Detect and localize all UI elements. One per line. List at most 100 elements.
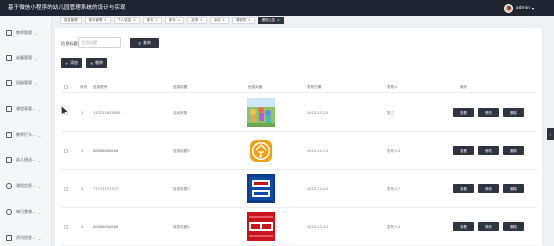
sidebar-item-label: 每日食谱...: [16, 209, 36, 214]
view-button[interactable]: 查看: [453, 108, 474, 117]
edit-button[interactable]: 修改: [478, 146, 499, 155]
header-operations: 操作: [460, 85, 468, 89]
table-header: 序号 信息账号 信息标题 信息封面 发布日期 发布人 操作: [61, 81, 537, 93]
cell-index: 4: [81, 225, 84, 229]
close-icon: ✕: [133, 18, 136, 22]
tab-profile[interactable]: 个人信息 ✕: [113, 17, 140, 24]
news-icon: [6, 235, 12, 241]
schedule-icon: [6, 106, 12, 112]
sidebar-item-children[interactable]: 幼童管理 ⌄: [0, 51, 52, 65]
row-checkbox[interactable]: [64, 149, 68, 153]
search-placeholder: 信息标题: [82, 39, 98, 45]
edit-button[interactable]: 修改: [478, 222, 499, 231]
tab-feedback[interactable]: 反馈 ✕: [187, 17, 207, 24]
chevron-down-icon: ⌄: [37, 209, 42, 215]
close-icon: ✕: [104, 18, 107, 22]
user-menu[interactable]: admin ▾: [503, 2, 534, 14]
teacher-icon: [6, 30, 12, 36]
sidebar-item-label: 课程信息...: [16, 183, 36, 188]
cell-index: 2: [81, 149, 84, 153]
sidebar-item-pickup[interactable]: 幼儿接送... ⌄: [0, 153, 52, 167]
close-icon: ✕: [200, 18, 203, 22]
delete-button[interactable]: 删除: [503, 108, 524, 117]
chevron-down-icon: ⌄: [34, 30, 38, 36]
sidebar-item-teachers[interactable]: 教师管理 ⌄: [0, 26, 52, 40]
view-button[interactable]: 查看: [453, 146, 474, 155]
view-button[interactable]: 查看: [453, 222, 474, 231]
user-name[interactable]: admin: [516, 6, 530, 11]
chevron-down-icon[interactable]: ▾: [532, 6, 534, 11]
sidebar-item-label: 幼儿接送...: [16, 157, 36, 162]
cell-date: 2023-12-14: [307, 187, 328, 191]
chevron-down-icon: ⌄: [37, 132, 42, 138]
tab-parent-a[interactable]: 家长 ✕: [142, 17, 163, 24]
edit-button[interactable]: 修改: [478, 184, 499, 193]
row-checkbox[interactable]: [64, 187, 68, 191]
sidebar-item-menu[interactable]: 每日食谱... ⌄: [0, 205, 52, 219]
app-title: 基于微信小程序的幼儿园管理系统的设计与实现: [8, 5, 126, 11]
view-button[interactable]: 查看: [453, 184, 474, 193]
table-row: 1 13325343365​9 活动采集 2023-12-14 张三 查看: [61, 94, 537, 132]
cell-date: 2023-12-14: [307, 149, 328, 153]
cell-index: 1: [81, 111, 84, 115]
cell-index: 3: [81, 187, 84, 191]
edit-button[interactable]: 修改: [478, 108, 499, 117]
sidebar: 教师管理 ⌄ 幼童管理 ⌄ 班级管理 ⌄ 课程表管... ⌄ 教师打卡... ⌄…: [0, 16, 52, 246]
close-icon: ✕: [277, 18, 280, 22]
tab-notice[interactable]: 通知公告 ✕: [257, 17, 284, 24]
chevron-down-icon: ⌄: [34, 80, 38, 86]
header-account: 信息账号: [93, 85, 108, 89]
menu-icon: [6, 209, 12, 215]
cell-title: 信息标题2: [173, 187, 190, 191]
delete-button[interactable]: 删除: [503, 222, 524, 231]
course-icon: [6, 183, 12, 189]
cell-account: 13325343365​9: [93, 111, 121, 115]
class-icon: [6, 80, 12, 86]
header-image: 信息封面: [248, 85, 263, 89]
tab-bar: 信息管理 家长管理 ✕ 个人信息 ✕ 家长 ✕ 家长 ✕ 反馈 ✕ 活动 ✕ 课程表 ✕ 通知…: [60, 17, 284, 25]
search-input[interactable]: 信息标题: [78, 37, 121, 48]
batch-delete-button[interactable]: ✕ 删除: [86, 58, 107, 68]
tab-parent-b[interactable]: 家长 ✕: [165, 17, 185, 24]
table-row: 4 88888888888 信息标题5 2023-12-14 发布人4 查看 修…: [61, 208, 537, 246]
delete-button[interactable]: 删除: [503, 184, 524, 193]
clock-in-icon: [6, 132, 12, 138]
sidebar-item-label: 班级管理: [16, 80, 32, 85]
sidebar-item-classes[interactable]: 班级管理 ⌄: [0, 76, 52, 90]
add-button[interactable]: + 添加: [61, 58, 82, 68]
select-all-checkbox[interactable]: [64, 85, 68, 89]
search-button[interactable]: ⚲ 查询: [130, 38, 159, 48]
chevron-down-icon: ⌄: [34, 55, 38, 61]
row-checkbox[interactable]: [64, 225, 68, 229]
table-row: 3 77777777777 信息标题2 2023-12-14 发布人7 查看 修…: [61, 170, 537, 208]
top-bar: 基于微信小程序的幼儿园管理系统的设计与实现 admin ▾: [0, 0, 554, 16]
sidebar-item-courses[interactable]: 课程信息... ⌄: [0, 179, 52, 193]
tab-activity[interactable]: 活动 ✕: [209, 17, 229, 24]
plus-icon: +: [65, 60, 69, 66]
sidebar-item-clock-in[interactable]: 教师打卡... ⌄: [0, 128, 52, 142]
pickup-icon: [6, 157, 12, 163]
close-icon: ✕: [222, 18, 225, 22]
avatar[interactable]: [503, 3, 513, 13]
panel-collapse-handle[interactable]: ‹: [547, 128, 554, 140]
header-date: 发布日期: [307, 85, 322, 89]
sidebar-item-news[interactable]: 资讯信息... ⌄: [0, 231, 52, 245]
cell-publisher: 发布人4: [387, 225, 401, 229]
main-panel: 信息标题 信息标题 ⚲ 查询 + 添加 ✕ 删除 序号 信息账号 信息标题 信息…: [55, 28, 542, 246]
sidebar-item-label: 幼童管理: [16, 55, 32, 60]
chevron-down-icon: ⌄: [37, 106, 42, 112]
sidebar-item-schedule[interactable]: 课程表管... ⌄: [0, 102, 52, 116]
cell-title: 信息标题3: [173, 149, 190, 153]
tab-info-manage[interactable]: 信息管理: [60, 17, 82, 24]
sidebar-item-label: 教师打卡...: [16, 132, 36, 137]
header-title: 信息标题: [173, 85, 188, 89]
chevron-down-icon: ⌄: [37, 235, 42, 241]
cell-account: 88888888888: [93, 225, 119, 229]
header-publisher: 发布人: [387, 85, 398, 89]
cover-image: [247, 212, 275, 241]
cell-title: 信息标题5: [173, 225, 190, 229]
delete-button[interactable]: 删除: [503, 146, 524, 155]
cover-image: [247, 98, 275, 127]
tab-schedule[interactable]: 课程表 ✕: [231, 17, 255, 24]
tab-parent-manage[interactable]: 家长管理 ✕: [84, 17, 111, 24]
